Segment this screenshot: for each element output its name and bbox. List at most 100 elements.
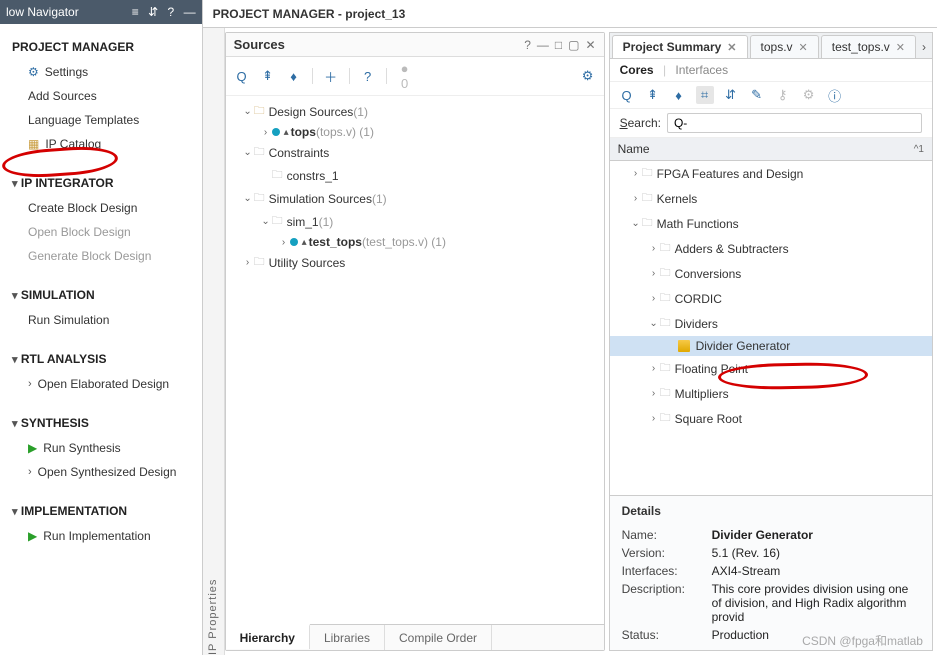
twisty-icon[interactable]: ›: [242, 257, 254, 268]
nav-section-title[interactable]: ▾ RTL ANALYSIS: [10, 340, 202, 372]
twisty-icon[interactable]: ›: [630, 168, 642, 179]
chevron-down-icon[interactable]: ▾: [12, 354, 18, 366]
chevron-down-icon[interactable]: ▾: [12, 290, 18, 302]
minimize-icon[interactable]: —: [537, 38, 549, 52]
nav-item-ip-catalog[interactable]: ▦IP Catalog: [10, 132, 202, 156]
twisty-icon[interactable]: ›: [648, 268, 660, 279]
close-icon[interactable]: ✕: [896, 41, 905, 54]
editor-tab-tops-v[interactable]: tops.v✕: [750, 35, 819, 58]
twisty-icon[interactable]: ⌄: [648, 318, 660, 329]
close-icon[interactable]: ✕: [727, 41, 736, 54]
twisty-icon[interactable]: ⌄: [242, 147, 254, 158]
twisty-icon[interactable]: ›: [648, 363, 660, 374]
subnav-interfaces[interactable]: Interfaces: [675, 63, 728, 77]
add-icon[interactable]: ＋: [323, 67, 339, 86]
ip-tree-row[interactable]: ⌄🗀Math Functions: [610, 211, 932, 236]
twisty-icon[interactable]: ›: [648, 413, 660, 424]
help-icon[interactable]: ?: [524, 38, 531, 52]
ip-tree-row[interactable]: Divider Generator: [610, 336, 932, 356]
ip-tree-row[interactable]: ›🗀Adders & Subtracters: [610, 236, 932, 261]
nav-item-run-simulation[interactable]: Run Simulation: [10, 308, 202, 332]
twisty-icon[interactable]: ⌄: [242, 106, 254, 117]
search-icon[interactable]: Q: [234, 69, 250, 84]
ip-tree-row[interactable]: ›🗀Conversions: [610, 261, 932, 286]
status-dot-icon[interactable]: ● 0: [397, 61, 413, 91]
ip-tree-row[interactable]: ›🗀CORDIC: [610, 286, 932, 311]
close-icon[interactable]: ✕: [799, 41, 808, 54]
minimize-icon[interactable]: —: [184, 5, 196, 19]
nav-item-open-elaborated-design[interactable]: ›Open Elaborated Design: [10, 372, 202, 396]
nav-item-run-implementation[interactable]: ▶Run Implementation: [10, 524, 202, 548]
help-icon[interactable]: ?: [168, 5, 175, 19]
collapse-all-icon[interactable]: ≡: [132, 5, 139, 19]
nav-item-open-synthesized-design[interactable]: ›Open Synthesized Design: [10, 460, 202, 484]
expand-toggle-icon[interactable]: ♦: [670, 86, 688, 104]
chevron-down-icon[interactable]: ▾: [12, 178, 18, 190]
twisty-icon[interactable]: ›: [648, 293, 660, 304]
ip-tree-row[interactable]: ›🗀Multipliers: [610, 381, 932, 406]
ip-tree-row[interactable]: ›🗀Square Root: [610, 406, 932, 431]
nav-item-open-block-design[interactable]: Open Block Design: [10, 220, 202, 244]
twisty-icon[interactable]: ›: [648, 243, 660, 254]
hierarchy-icon[interactable]: ⇵: [722, 86, 740, 104]
search-icon[interactable]: Q: [618, 86, 636, 104]
nav-item-run-synthesis[interactable]: ▶Run Synthesis: [10, 436, 202, 460]
help-box-icon[interactable]: ?: [360, 69, 376, 84]
nav-section-title[interactable]: PROJECT MANAGER: [10, 28, 202, 60]
twisty-icon[interactable]: ⌄: [260, 216, 272, 227]
tab-overflow-icon[interactable]: ›: [916, 36, 932, 58]
key-icon[interactable]: ⚷: [774, 86, 792, 104]
info-icon[interactable]: ⓘ: [826, 86, 844, 104]
editor-tab-project-summary[interactable]: Project Summary✕: [612, 35, 748, 58]
nav-section-title[interactable]: ▾ IMPLEMENTATION: [10, 492, 202, 524]
source-tree-row[interactable]: ⌄🗀sim_1 (1): [230, 210, 600, 233]
source-tree-row[interactable]: 🗀constrs_1: [230, 164, 600, 187]
source-tree-row[interactable]: ⌄🗀Simulation Sources (1): [230, 187, 600, 210]
editor-tab-test_tops-v[interactable]: test_tops.v✕: [821, 35, 916, 58]
settings-icon[interactable]: ⚙: [580, 68, 596, 84]
nav-section-title[interactable]: ▾ SYNTHESIS: [10, 404, 202, 436]
nav-item-language-templates[interactable]: Language Templates: [10, 108, 202, 132]
group-icon[interactable]: ⌗: [696, 86, 714, 104]
ip-tree-row[interactable]: ›🗀FPGA Features and Design: [610, 161, 932, 186]
twisty-icon[interactable]: ⌄: [242, 193, 254, 204]
twisty-icon[interactable]: ›: [278, 237, 290, 248]
collapse-all-icon[interactable]: ⇞: [644, 86, 662, 104]
chevron-down-icon[interactable]: ▾: [12, 506, 18, 518]
twisty-icon[interactable]: ›: [648, 388, 660, 399]
restore-icon[interactable]: □: [555, 38, 562, 52]
ip-tree-row[interactable]: ⌄🗀Dividers: [610, 311, 932, 336]
ip-tree-header[interactable]: Name ^1: [610, 138, 932, 161]
sources-tab-libraries[interactable]: Libraries: [310, 625, 385, 650]
settings2-icon[interactable]: ⚙: [800, 86, 818, 104]
sources-tab-compile-order[interactable]: Compile Order: [385, 625, 492, 650]
source-tree-row[interactable]: ›▴test_tops (test_tops.v) (1): [230, 233, 600, 251]
chevron-down-icon[interactable]: ▾: [12, 418, 18, 430]
nav-section-title[interactable]: ▾ SIMULATION: [10, 276, 202, 308]
source-tree-row[interactable]: ›🗀Utility Sources: [230, 251, 600, 274]
search-input[interactable]: [667, 113, 922, 133]
subnav-cores[interactable]: Cores: [620, 63, 654, 77]
source-tree-row[interactable]: ⌄🗀Design Sources (1): [230, 100, 600, 123]
collapse-all-icon[interactable]: ⇞: [260, 68, 276, 84]
nav-item-create-block-design[interactable]: Create Block Design: [10, 196, 202, 220]
source-tree-row[interactable]: ›▴tops (tops.v) (1): [230, 123, 600, 141]
nav-item-settings[interactable]: ⚙Settings: [10, 60, 202, 84]
nav-item-add-sources[interactable]: Add Sources: [10, 84, 202, 108]
source-tree-row[interactable]: ⌄🗀Constraints: [230, 141, 600, 164]
ip-tree-row[interactable]: ›🗀Kernels: [610, 186, 932, 211]
customize-icon[interactable]: ✎: [748, 86, 766, 104]
ip-properties-tab[interactable]: IP Properties: [203, 28, 225, 655]
twisty-icon[interactable]: ›: [630, 193, 642, 204]
ip-tree-row[interactable]: ›🗀Floating Point: [610, 356, 932, 381]
ip-tree[interactable]: ›🗀FPGA Features and Design›🗀Kernels⌄🗀Mat…: [610, 161, 932, 495]
expand-toggle-icon[interactable]: ♦: [286, 69, 302, 84]
twisty-icon[interactable]: ›: [260, 127, 272, 138]
expand-all-icon[interactable]: ⇵: [148, 5, 158, 19]
sources-tree[interactable]: ⌄🗀Design Sources (1)›▴tops (tops.v) (1)⌄…: [226, 96, 604, 624]
close-icon[interactable]: ✕: [586, 38, 596, 52]
maximize-icon[interactable]: ▢: [568, 38, 579, 52]
nav-item-generate-block-design[interactable]: Generate Block Design: [10, 244, 202, 268]
sources-tab-hierarchy[interactable]: Hierarchy: [226, 624, 310, 649]
nav-section-title[interactable]: ▾ IP INTEGRATOR: [10, 164, 202, 196]
